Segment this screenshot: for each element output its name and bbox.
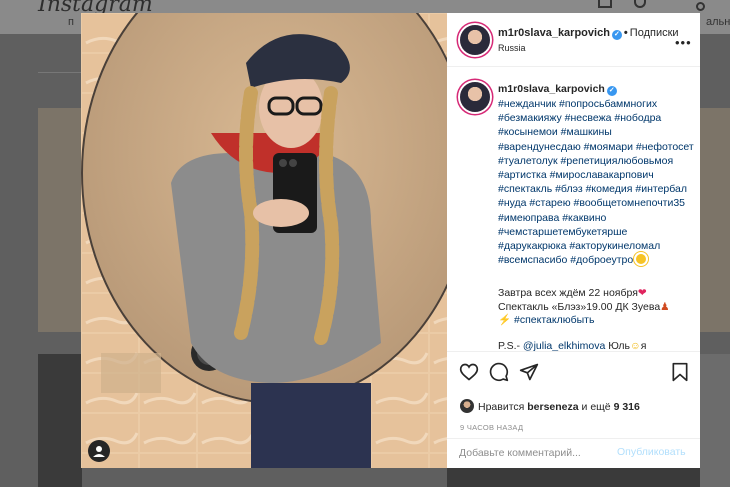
caption-username-link[interactable]: m1r0slava_karpovich bbox=[498, 83, 605, 95]
avatar[interactable] bbox=[460, 25, 490, 55]
follow-button[interactable]: Подписки bbox=[630, 27, 679, 39]
background-nav-text-right: альное bbox=[706, 16, 730, 28]
liker-username[interactable]: berseneza bbox=[527, 401, 578, 413]
heart-icon[interactable] bbox=[459, 362, 479, 382]
caption-announcement: Завтра всех ждём 22 ноября❤ Спектакль «Б… bbox=[498, 287, 694, 328]
share-icon[interactable] bbox=[519, 362, 539, 382]
ps-text: Юль bbox=[605, 340, 631, 351]
post-timestamp[interactable]: 9 ЧАСОВ НАЗАД bbox=[460, 423, 523, 432]
background-grid-tile[interactable] bbox=[447, 468, 700, 487]
dancer-emoji-icon: ♟ bbox=[660, 300, 670, 313]
likes-prefix: Нравится bbox=[478, 401, 528, 413]
mirror-selfie-image bbox=[81, 13, 447, 468]
post-actions: Нравится berseneza и ещё 9 316 9 ЧАСОВ Н… bbox=[447, 351, 700, 468]
bookmark-icon[interactable] bbox=[671, 362, 689, 382]
lightning-emoji-icon: ⚡ bbox=[498, 314, 512, 326]
likes-summary[interactable]: Нравится berseneza и ещё 9 316 bbox=[460, 399, 640, 413]
caption-avatar[interactable] bbox=[460, 82, 490, 112]
comment-icon[interactable] bbox=[489, 362, 509, 382]
post-details-panel: m1r0slava_karpovich ✓ • Подписки Russia •••… bbox=[447, 13, 700, 468]
user-tag-icon[interactable] bbox=[88, 440, 110, 462]
post-photo[interactable] bbox=[81, 13, 447, 468]
more-icon[interactable]: ••• bbox=[675, 35, 692, 50]
heart-emoji-icon: ❤ bbox=[637, 287, 647, 299]
ps-prefix: P.S.- bbox=[498, 340, 523, 351]
post-caption: m1r0slava_karpovich ✓ #нежданчик #попрось… bbox=[447, 67, 700, 351]
home-icon[interactable] bbox=[598, 0, 612, 8]
background-grid-tile[interactable] bbox=[700, 354, 730, 487]
comment-input[interactable] bbox=[459, 447, 619, 459]
verified-icon: ✓ bbox=[611, 30, 622, 40]
sun-emoji-icon bbox=[636, 254, 647, 265]
liker-avatar[interactable] bbox=[460, 399, 474, 413]
announcement-line2: Спектакль «Блэз»19.00 ДК Зуева bbox=[498, 300, 661, 313]
announcement-hashtag[interactable]: #спектаклюбыть bbox=[514, 314, 594, 326]
publish-button[interactable]: Опубликовать bbox=[617, 446, 686, 458]
background-grid-tile[interactable] bbox=[700, 108, 730, 332]
direct-icon[interactable] bbox=[634, 0, 646, 8]
verified-icon: ✓ bbox=[606, 86, 617, 96]
separator-dot: • bbox=[623, 27, 628, 39]
comment-bar: Опубликовать bbox=[447, 438, 700, 469]
hashtags-text[interactable]: #нежданчик #попросьбаммногих #безмакияжу… bbox=[498, 98, 697, 266]
username-link[interactable]: m1r0slava_karpovich bbox=[498, 27, 610, 39]
post-author: m1r0slava_karpovich ✓ • Подписки bbox=[498, 27, 679, 40]
caption-author: m1r0slava_karpovich ✓ bbox=[498, 83, 617, 96]
background-nav-text: п bbox=[68, 16, 74, 28]
background-grid-tile[interactable] bbox=[38, 108, 82, 332]
caption-ps: P.S.- @julia_elkhimova Юль☺я запуталась,… bbox=[498, 340, 694, 351]
caption-hashtags[interactable]: #нежданчик #попросьбаммногих #безмакияжу… bbox=[498, 97, 694, 267]
likes-middle: и ещё bbox=[578, 401, 614, 413]
post-header: m1r0slava_karpovich ✓ • Подписки Russia ••• bbox=[447, 13, 700, 67]
likes-count[interactable]: 9 316 bbox=[614, 401, 640, 413]
location-link[interactable]: Russia bbox=[498, 43, 526, 53]
explore-icon[interactable] bbox=[696, 2, 705, 11]
laugh-emoji-icon: ☺ bbox=[630, 340, 641, 351]
background-grid-tile[interactable] bbox=[38, 354, 82, 487]
announcement-line1: Завтра всех ждём 22 ноября bbox=[498, 287, 638, 299]
mention-link[interactable]: @julia_elkhimova bbox=[523, 340, 605, 351]
